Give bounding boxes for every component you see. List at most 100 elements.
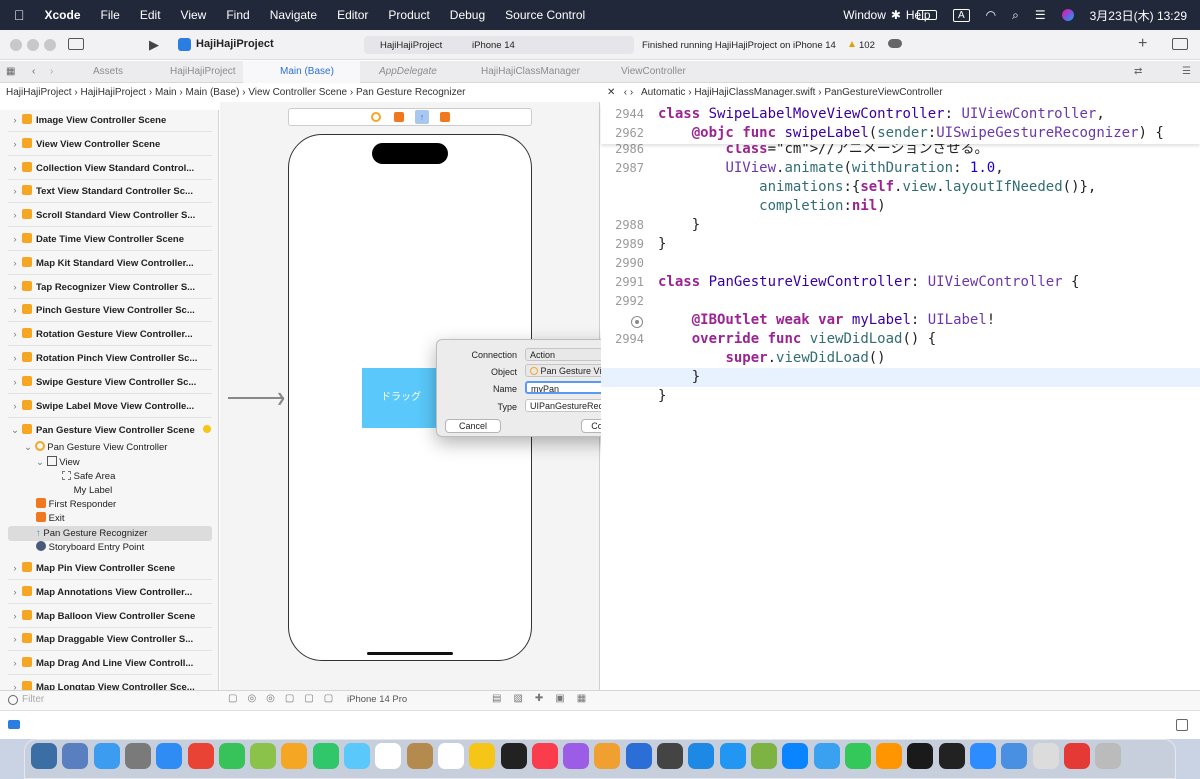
scene-row[interactable]: › Map Balloon View Controller Scene — [8, 606, 212, 628]
canvas-toolbar-icons[interactable]: ▢◎◎▢▢▢ — [228, 693, 343, 704]
jump-automatic[interactable]: Automatic — [641, 87, 685, 98]
menu-view[interactable]: View — [181, 8, 207, 22]
disclosure-chevron-icon[interactable]: › — [8, 134, 22, 155]
jump-project[interactable]: HajiHajiProject — [6, 87, 72, 98]
dock-app-icon[interactable] — [531, 743, 558, 769]
dock-app-icon[interactable] — [844, 743, 871, 769]
code-line[interactable]: super.viewDidLoad() — [658, 349, 885, 368]
zoom-window-button[interactable] — [44, 39, 56, 51]
dock-app-icon[interactable] — [124, 743, 151, 769]
dock-app-icon[interactable] — [1063, 743, 1090, 769]
filter-icon[interactable] — [8, 695, 18, 705]
run-button[interactable]: ▶ — [149, 37, 159, 53]
dock-app-icon[interactable] — [719, 743, 746, 769]
dock-app-icon[interactable] — [93, 743, 120, 769]
minimize-window-button[interactable] — [27, 39, 39, 51]
outline-my-label[interactable]: My Label — [62, 484, 113, 498]
debug-area-toggle-icon[interactable] — [8, 720, 20, 729]
bluetooth-icon[interactable]: ✱ — [891, 8, 901, 22]
scene-row[interactable]: › Rotation Gesture View Controller... — [8, 324, 212, 347]
disclosure-chevron-icon[interactable]: › — [8, 205, 22, 226]
disclosure-chevron-icon[interactable]: › — [8, 181, 22, 202]
cancel-button[interactable]: Cancel — [445, 419, 501, 433]
disclosure-chevron-icon[interactable]: › — [8, 372, 22, 393]
dock-app-icon[interactable] — [375, 743, 402, 769]
tab-viewcontroller[interactable]: ViewController — [621, 61, 686, 83]
filter-field[interactable]: Filter — [22, 694, 44, 705]
dock-app-icon[interactable] — [657, 743, 683, 769]
scene-row[interactable]: › Map Kit Standard View Controller... — [8, 253, 212, 275]
related-items-icon[interactable]: ⇄ — [1134, 61, 1142, 83]
jump-swift-file[interactable]: HajiHajiClassManager.swift — [694, 87, 815, 98]
control-center-icon[interactable]: ☰ — [1035, 8, 1046, 22]
dock-app-icon[interactable] — [1095, 743, 1122, 769]
menu-edit[interactable]: Edit — [140, 8, 161, 22]
dock-app-icon[interactable] — [625, 743, 652, 769]
code-line[interactable]: override func viewDidLoad() { — [658, 330, 936, 349]
scene-pan-gesture[interactable]: ⌄ Pan Gesture View Controller Scene — [8, 420, 212, 442]
adjust-editor-icon[interactable]: ☰ — [1182, 61, 1191, 83]
menu-find[interactable]: Find — [226, 8, 249, 22]
outline-exit[interactable]: Exit — [36, 512, 64, 526]
outline-entry-point[interactable]: Storyboard Entry Point — [36, 541, 144, 555]
warning-count[interactable]: 102 — [859, 40, 875, 51]
destination-device[interactable]: iPhone 14 — [472, 40, 515, 51]
cloud-icon[interactable] — [888, 39, 902, 48]
code-line[interactable]: UIView.animate(withDuration: 1.0, — [658, 159, 1003, 178]
menu-window[interactable]: Window — [843, 8, 886, 22]
scene-row[interactable]: › Swipe Gesture View Controller Sc... — [8, 372, 212, 394]
dock-app-icon[interactable] — [907, 743, 934, 769]
menu-debug[interactable]: Debug — [450, 8, 485, 22]
dock-app-icon[interactable] — [563, 743, 590, 769]
tab-main-base[interactable]: Main (Base) — [280, 61, 334, 83]
outline-controller[interactable]: ⌄ Pan Gesture View Controller — [24, 441, 167, 455]
disclosure-chevron-icon[interactable]: › — [8, 677, 22, 690]
disclosure-chevron-icon[interactable]: › — [8, 158, 22, 179]
tab-appdelegate[interactable]: AppDelegate — [379, 61, 437, 83]
warning-icon[interactable]: ▲ — [847, 39, 857, 50]
disclosure-chevron-icon[interactable]: › — [8, 324, 22, 345]
scene-row[interactable]: › Map Draggable View Controller S... — [8, 629, 212, 652]
dock-app-icon[interactable] — [156, 743, 183, 769]
dock-app-icon[interactable] — [970, 743, 996, 769]
dock-app-icon[interactable] — [344, 743, 370, 769]
outline-pan-recognizer[interactable]: ↑ Pan Gesture Recognizer — [36, 527, 147, 541]
nav-back-icon[interactable]: ‹ — [32, 61, 35, 83]
dock-app-icon[interactable] — [594, 743, 621, 769]
close-window-button[interactable] — [10, 39, 22, 51]
disclosure-chevron-icon[interactable]: › — [8, 582, 22, 603]
code-line[interactable]: completion:nil) — [658, 197, 885, 216]
scene-row[interactable]: › Map Longtap View Controller Sce... — [8, 677, 212, 690]
scene-row[interactable]: › Map Drag And Line View Controll... — [8, 653, 212, 676]
disclosure-chevron-icon[interactable]: › — [8, 110, 22, 131]
menu-file[interactable]: File — [101, 8, 120, 22]
outline-view[interactable]: ⌄ View — [36, 456, 80, 470]
code-line[interactable]: @IBOutlet weak var myLabel: UILabel! — [658, 311, 996, 330]
device-config-label[interactable]: iPhone 14 Pro — [347, 694, 407, 705]
code-line[interactable]: } — [658, 387, 666, 406]
code-line[interactable]: } — [658, 235, 666, 254]
disclosure-chevron-icon[interactable]: › — [8, 396, 22, 417]
dock-app-icon[interactable] — [187, 743, 214, 769]
tab-class-manager[interactable]: HajiHajiClassManager — [481, 61, 580, 83]
dock-app-icon[interactable] — [281, 743, 308, 769]
dock-app-icon[interactable] — [750, 743, 777, 769]
disclosure-chevron-icon[interactable]: › — [8, 629, 22, 650]
dock-app-icon[interactable] — [813, 743, 840, 769]
scene-row[interactable]: › Date Time View Controller Scene — [8, 229, 212, 251]
project-name[interactable]: HajiHajiProject — [196, 38, 274, 50]
dock-app-icon[interactable] — [938, 743, 965, 769]
wifi-icon[interactable]: ◠ — [986, 8, 996, 22]
spotlight-icon[interactable]: ⌕ — [1012, 8, 1019, 23]
first-responder-dock-icon[interactable] — [394, 112, 404, 122]
jump-group[interactable]: HajiHajiProject — [80, 87, 146, 98]
inspector-toggle-icon[interactable] — [1172, 38, 1188, 50]
scene-row[interactable]: › Text View Standard Controller Sc... — [8, 181, 212, 204]
my-label-view[interactable]: ドラッグ — [362, 368, 440, 428]
scene-row[interactable]: › Swipe Label Move View Controlle... — [8, 396, 212, 418]
scene-row[interactable]: › Scroll Standard View Controller S... — [8, 205, 212, 228]
dock-app-icon[interactable] — [62, 743, 89, 769]
menu-source-control[interactable]: Source Control — [505, 8, 585, 22]
dock-app-icon[interactable] — [500, 743, 527, 769]
code-line[interactable]: } — [658, 368, 700, 387]
